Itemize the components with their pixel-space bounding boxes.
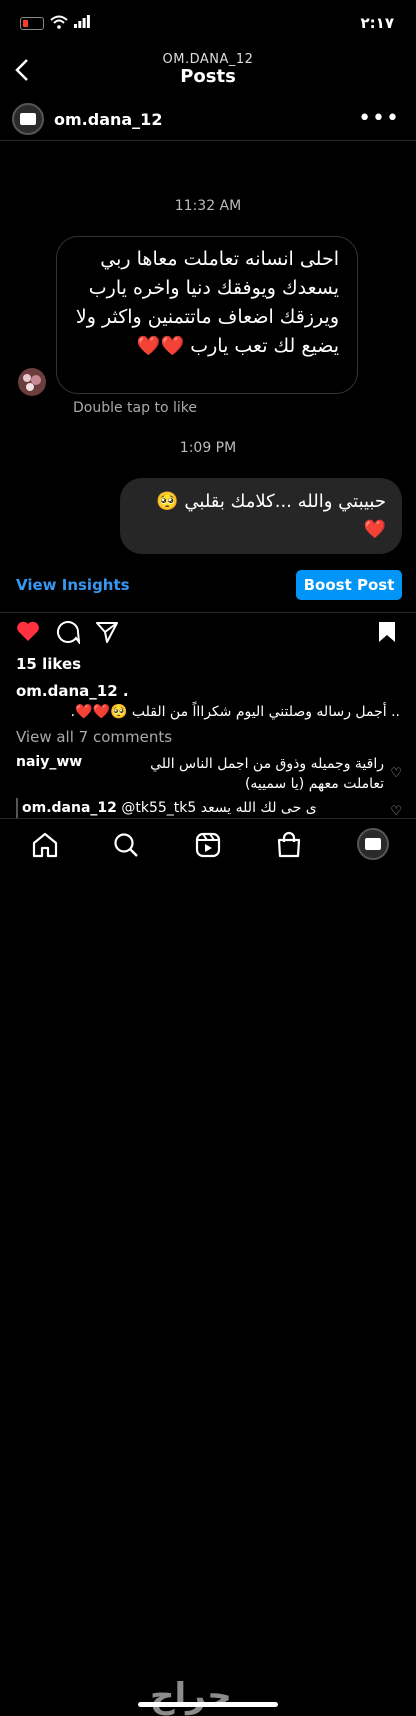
timestamp: 1:09 PM [179, 440, 237, 456]
reels-icon[interactable] [193, 830, 223, 860]
bookmark-icon[interactable] [377, 620, 397, 644]
account-name: OM.DANA_12 [162, 52, 254, 67]
clock: ٢:١٧ [360, 14, 394, 32]
heart-icon[interactable] [16, 620, 40, 642]
reply-mention[interactable]: @tk55_tk5 [121, 800, 196, 816]
double-tap-hint: Double tap to like [73, 400, 197, 416]
comment-icon[interactable] [56, 620, 80, 644]
battery-icon [20, 17, 44, 30]
top-header: OM.DANA_12 Posts [0, 46, 416, 92]
caption-username[interactable]: om.dana_12 . [16, 682, 129, 700]
boost-post-button[interactable]: Boost Post [296, 570, 402, 600]
share-icon[interactable] [95, 620, 119, 644]
reply-line [16, 798, 18, 818]
watermark: حراج [150, 1676, 232, 1716]
divider [0, 612, 416, 613]
search-icon[interactable] [111, 830, 141, 860]
reply-text: ى حى لك الله يسعد [200, 800, 317, 816]
home-icon[interactable] [30, 830, 60, 860]
divider [0, 140, 416, 141]
more-options-icon[interactable]: ••• [358, 106, 400, 131]
comment-text: راقية وجميله وذوق من اجمل الناس اللي تعا… [150, 756, 384, 792]
comment-like-icon[interactable]: ♡ [390, 766, 402, 781]
shop-icon[interactable] [274, 830, 304, 860]
sender-avatar[interactable] [18, 368, 46, 396]
bottom-nav: حراج [0, 818, 416, 1716]
home-indicator [138, 1702, 278, 1707]
owner-username[interactable]: om.dana_12 [54, 110, 162, 129]
reply-like-icon[interactable]: ♡ [390, 804, 402, 819]
outgoing-message[interactable]: حبيبتي والله ...كلامك بقلبي 🥺❤️ [120, 478, 402, 554]
status-bar: ٢:١٧ [0, 0, 416, 46]
likes-count[interactable]: 15 likes [16, 655, 81, 673]
comment-username[interactable]: naiy_ww [16, 754, 82, 770]
caption-text: .. أجمل رساله وصلتني اليوم شكراااً من ال… [70, 704, 400, 720]
view-all-comments-link[interactable]: View all 7 comments [16, 728, 172, 746]
owner-avatar[interactable] [12, 103, 44, 135]
reply-username[interactable]: om.dana_12 [22, 800, 117, 816]
wifi-icon [50, 15, 68, 29]
page-title: Posts [180, 66, 236, 87]
signal-icon [74, 15, 90, 28]
incoming-message[interactable]: احلى انسانه تعاملت معاها ربي يسعدك ويوفق… [56, 236, 358, 394]
reply-comment: om.dana_12 @tk55_tk5 ى حى لك الله يسعد [22, 800, 378, 816]
view-insights-link[interactable]: View Insights [16, 576, 130, 594]
timestamp: 11:32 AM [174, 198, 242, 214]
profile-avatar[interactable] [357, 828, 389, 860]
